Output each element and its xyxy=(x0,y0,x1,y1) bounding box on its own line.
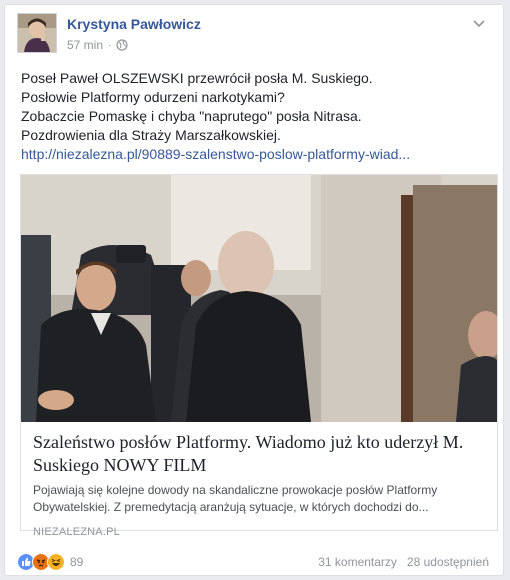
globe-icon[interactable] xyxy=(116,39,128,51)
chevron-down-icon[interactable] xyxy=(471,15,487,31)
link-preview-image[interactable] xyxy=(21,175,497,422)
post-card: Krystyna Pawłowicz 57 min · Poseł Paweł … xyxy=(4,4,504,576)
link-preview-info: Szaleństwo posłów Platformy. Wiadomo już… xyxy=(33,431,487,538)
link-preview-card[interactable]: Szaleństwo posłów Platformy. Wiadomo już… xyxy=(20,174,498,538)
shares-count-link[interactable]: 28 udostępnień xyxy=(407,555,489,569)
post-footer: 89 31 komentarzy 28 udostępnień xyxy=(17,551,489,573)
comments-count-link[interactable]: 31 komentarzy xyxy=(318,555,397,569)
post-meta: 57 min · xyxy=(67,38,128,52)
message-line: Poseł Paweł OLSZEWSKI przewrócił posła M… xyxy=(21,70,373,86)
post-timestamp[interactable]: 57 min xyxy=(67,38,103,52)
author-avatar[interactable] xyxy=(17,13,57,53)
link-preview-title[interactable]: Szaleństwo posłów Platformy. Wiadomo już… xyxy=(33,431,487,477)
reactions-summary[interactable]: 89 xyxy=(17,553,83,571)
link-preview-domain: NIEZALEZNA.PL xyxy=(33,526,120,538)
post-message: Poseł Paweł OLSZEWSKI przewrócił posła M… xyxy=(21,69,489,164)
reaction-count[interactable]: 89 xyxy=(70,555,83,569)
haha-reaction-icon xyxy=(47,553,65,571)
message-line: Pozdrowienia dla Straży Marszałkowskiej. xyxy=(21,127,281,143)
message-line: Posłowie Platformy odurzeni narkotykami? xyxy=(21,89,285,105)
message-link[interactable]: http://niezalezna.pl/90889-szalenstwo-po… xyxy=(21,145,489,164)
meta-separator: · xyxy=(108,39,112,51)
avatar-image xyxy=(18,14,56,52)
message-line: Zobaczcie Pomaskę i chyba "naprutego" po… xyxy=(21,108,362,124)
author-name[interactable]: Krystyna Pawłowicz xyxy=(67,16,201,32)
link-preview-description: Pojawiają się kolejne dowody na skandali… xyxy=(33,483,438,514)
post-header: Krystyna Pawłowicz 57 min · xyxy=(17,13,491,59)
